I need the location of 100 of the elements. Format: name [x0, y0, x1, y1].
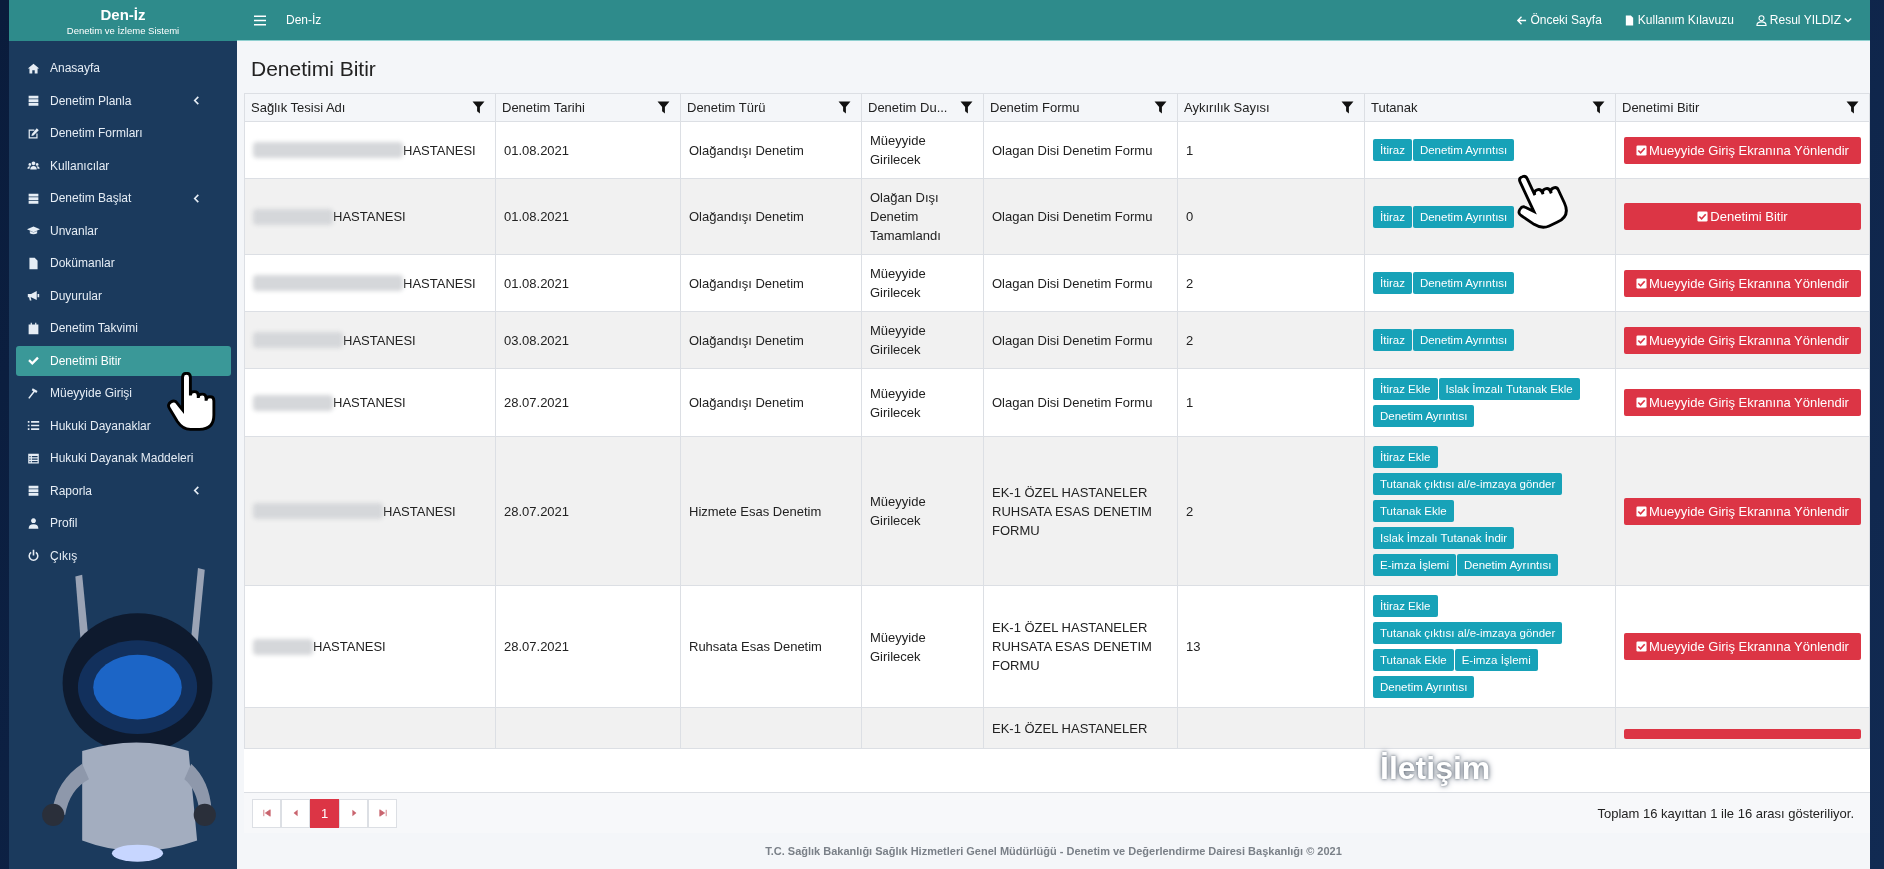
- sidebar-item[interactable]: Çıkış: [16, 540, 231, 571]
- checkbox-icon: [1636, 144, 1648, 156]
- action-button[interactable]: Islak İmzalı Tutanak İndir: [1373, 527, 1515, 549]
- sidebar-item[interactable]: Denetim Takvimi: [16, 313, 231, 343]
- action-button[interactable]: Islak İmzalı Tutanak Ekle: [1438, 378, 1580, 400]
- graduation-cap-icon: [27, 224, 40, 237]
- home-icon: [27, 61, 40, 75]
- finish-button[interactable]: Mueyyide Giriş Ekranına Yönlendir: [1624, 497, 1861, 525]
- user-icon: [27, 516, 40, 530]
- facility-name: HASTANESI: [403, 141, 476, 160]
- action-button[interactable]: İtiraz Ekle: [1373, 595, 1438, 617]
- finish-button[interactable]: Mueyyide Giriş Ekranına Yönlendir: [1624, 389, 1861, 416]
- action-button[interactable]: İtiraz: [1373, 205, 1412, 228]
- top-link[interactable]: Önceki Sayfa: [1516, 13, 1602, 27]
- checkbox-icon: [1636, 505, 1648, 517]
- finish-button[interactable]: Mueyyide Giriş Ekranına Yönlendir: [1624, 633, 1861, 660]
- finish-button[interactable]: Mueyyide Giriş Ekranına Yönlendir: [1624, 269, 1861, 297]
- last-page-icon: [378, 809, 387, 817]
- edit-icon: [27, 126, 40, 140]
- action-button[interactable]: Tutanak Ekle: [1373, 500, 1454, 522]
- column-header[interactable]: Aykırılık Sayısı: [1177, 93, 1365, 122]
- checkbox-icon: [1636, 397, 1648, 408]
- action-button[interactable]: E-imza İşlemi: [1373, 554, 1456, 576]
- table-cell: Olağandışı Denetim: [680, 254, 862, 312]
- top-link[interactable]: Resul YILDIZ: [1755, 13, 1852, 27]
- action-button[interactable]: Denetim Ayrıntısı: [1412, 139, 1515, 161]
- menu-icon[interactable]: [254, 14, 266, 26]
- megaphone-icon: [27, 289, 40, 302]
- sidebar-item[interactable]: Denetim Formları: [16, 118, 231, 148]
- filter-icon[interactable]: [472, 101, 485, 114]
- action-button[interactable]: Denetim Ayrıntısı: [1457, 554, 1559, 576]
- table-cell: Olağan Dışı Denetim Tamamlandı: [861, 178, 984, 255]
- sidebar-item[interactable]: Anasayfa: [16, 53, 231, 83]
- filter-icon[interactable]: [657, 101, 670, 114]
- app-title: Den-İz: [286, 13, 322, 27]
- column-header[interactable]: Denetim Türü: [680, 93, 862, 122]
- column-header[interactable]: Denetim Tarihi: [495, 93, 681, 122]
- hammer-icon: [27, 386, 40, 400]
- sidebar-item[interactable]: Kullanıcılar: [16, 150, 231, 181]
- facility-name: HASTANESI: [403, 274, 476, 293]
- record-summary: Toplam 16 kayıttan 1 ile 16 arası gösteriliyor.: [1597, 805, 1854, 821]
- filter-icon[interactable]: [1846, 101, 1859, 114]
- action-button[interactable]: Denetim Ayrıntısı: [1412, 205, 1515, 228]
- column-header[interactable]: Denetimi Bitir: [1615, 93, 1870, 122]
- finish-button[interactable]: Mueyyide Giriş Ekranına Yönlendir: [1624, 136, 1861, 164]
- contact-label[interactable]: İletişim: [1380, 750, 1491, 787]
- sidebar-item[interactable]: Dokümanlar: [16, 248, 231, 278]
- finish-button[interactable]: Denetimi Bitir: [1624, 203, 1861, 230]
- sidebar-item[interactable]: Denetim Planla: [16, 85, 231, 116]
- filter-icon[interactable]: [1154, 101, 1167, 114]
- list-icon: [27, 419, 40, 432]
- table-cell: Olagan Disi Denetim Formu: [983, 254, 1178, 312]
- table-cell: 13: [1177, 585, 1365, 708]
- action-button[interactable]: İtiraz: [1373, 139, 1412, 161]
- table-cell: EK-1 ÖZEL HASTANELER: [983, 707, 1178, 749]
- column-header[interactable]: Denetim Formu: [983, 93, 1178, 122]
- action-button[interactable]: Denetim Ayrıntısı: [1412, 329, 1515, 351]
- action-button[interactable]: Tutanak çıktısı al/e-imzaya gönder: [1373, 473, 1563, 495]
- checkbox-icon: [1697, 211, 1709, 222]
- table-cell: Olagan Disi Denetim Formu: [983, 311, 1178, 369]
- action-button[interactable]: E-imza İşlemi: [1454, 649, 1538, 671]
- sidebar-item[interactable]: Müeyyide Girişi: [16, 378, 231, 408]
- action-button[interactable]: İtiraz Ekle: [1373, 378, 1438, 400]
- facility-name: HASTANESI: [333, 394, 406, 412]
- brand-subtitle: Denetim ve İzleme Sistemi: [66, 24, 180, 36]
- filter-icon[interactable]: [1592, 101, 1605, 114]
- action-button[interactable]: İtiraz: [1373, 272, 1412, 294]
- filter-icon[interactable]: [960, 101, 973, 114]
- sidebar-item[interactable]: Denetim Başlat: [16, 183, 231, 213]
- chevron-down-icon: [1844, 16, 1852, 24]
- sidebar-item[interactable]: Duyurular: [16, 280, 231, 311]
- users-icon: [27, 159, 40, 172]
- sidebar-item[interactable]: Hukuki Dayanaklar: [16, 410, 231, 441]
- finish-button[interactable]: Mueyyide Giriş Ekranına Yönlendir: [1624, 326, 1861, 354]
- sidebar-item[interactable]: Profil: [16, 508, 231, 538]
- action-button[interactable]: Denetim Ayrıntısı: [1412, 272, 1515, 294]
- table-cell: 01.08.2021: [495, 254, 681, 312]
- column-header[interactable]: Sağlık Tesisi Adı: [244, 93, 496, 122]
- table-cell: Olagan Disi Denetim Formu: [983, 178, 1178, 255]
- facility-name: HASTANESI: [383, 502, 456, 521]
- sidebar-item[interactable]: Raporla: [16, 475, 231, 506]
- top-link[interactable]: Kullanım Kılavuzu: [1623, 13, 1734, 27]
- filter-icon[interactable]: [838, 101, 851, 114]
- action-button[interactable]: İtiraz: [1373, 329, 1412, 351]
- column-header[interactable]: Tutanak: [1364, 93, 1616, 122]
- action-button[interactable]: Tutanak çıktısı al/e-imzaya gönder: [1373, 622, 1563, 644]
- table-cell: Ruhsata Esas Denetim: [680, 585, 862, 708]
- column-header[interactable]: Denetim Du...: [861, 93, 984, 122]
- sidebar-item[interactable]: Denetimi Bitir: [16, 345, 231, 376]
- action-button[interactable]: İtiraz Ekle: [1373, 446, 1438, 468]
- action-button[interactable]: Denetim Ayrıntısı: [1373, 676, 1475, 698]
- table-cell: Müeyyide Girilecek: [861, 436, 984, 586]
- filter-icon[interactable]: [1341, 101, 1354, 114]
- sidebar-item[interactable]: Unvanlar: [16, 215, 231, 246]
- action-button[interactable]: Denetim Ayrıntısı: [1373, 405, 1475, 427]
- action-button[interactable]: Tutanak Ekle: [1373, 649, 1454, 671]
- page-button[interactable]: 1: [310, 798, 339, 828]
- sidebar-item[interactable]: Hukuki Dayanak Maddeleri: [16, 443, 231, 473]
- brand-title: Den-İz: [100, 5, 146, 23]
- table-icon: [27, 451, 40, 465]
